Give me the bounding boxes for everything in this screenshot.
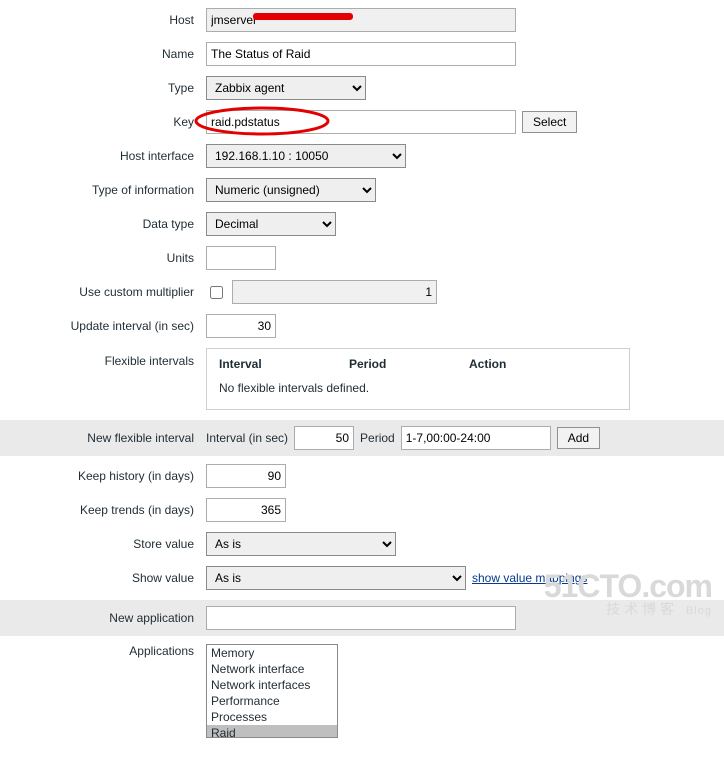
name-input[interactable] (206, 42, 516, 66)
flex-col-period: Period (349, 357, 469, 371)
history-label: Keep history (in days) (6, 469, 206, 483)
flex-col-interval: Interval (219, 357, 349, 371)
applications-option[interactable]: Raid (207, 725, 337, 738)
applications-option[interactable]: Processes (207, 709, 337, 725)
type-select[interactable]: Zabbix agent (206, 76, 366, 100)
host-field (206, 8, 516, 32)
trends-input[interactable] (206, 498, 286, 522)
new-app-label: New application (6, 611, 206, 625)
key-select-button[interactable]: Select (522, 111, 577, 133)
custom-mult-checkbox[interactable] (210, 286, 223, 299)
applications-option[interactable]: Network interface (207, 661, 337, 677)
new-flex-interval-input[interactable] (294, 426, 354, 450)
history-input[interactable] (206, 464, 286, 488)
applications-option[interactable]: Network interfaces (207, 677, 337, 693)
update-interval-input[interactable] (206, 314, 276, 338)
new-flex-period-label: Period (360, 431, 395, 445)
custom-mult-value (232, 280, 437, 304)
new-app-input[interactable] (206, 606, 516, 630)
custom-mult-label: Use custom multiplier (6, 285, 206, 299)
host-interface-label: Host interface (6, 149, 206, 163)
info-type-select[interactable]: Numeric (unsigned) (206, 178, 376, 202)
type-label: Type (6, 81, 206, 95)
update-interval-label: Update interval (in sec) (6, 319, 206, 333)
flex-empty-text: No flexible intervals defined. (219, 381, 617, 395)
data-type-select[interactable]: Decimal (206, 212, 336, 236)
host-label: Host (6, 13, 206, 27)
trends-label: Keep trends (in days) (6, 503, 206, 517)
applications-label: Applications (6, 644, 206, 658)
key-input[interactable] (206, 110, 516, 134)
store-value-label: Store value (6, 537, 206, 551)
units-input[interactable] (206, 246, 276, 270)
show-value-label: Show value (6, 571, 206, 585)
applications-select[interactable]: MemoryNetwork interfaceNetwork interface… (206, 644, 338, 738)
show-value-select[interactable]: As is (206, 566, 466, 590)
flex-intervals-label: Flexible intervals (6, 348, 206, 368)
store-value-select[interactable]: As is (206, 532, 396, 556)
show-value-mappings-link[interactable]: show value mappings (472, 571, 587, 585)
applications-option[interactable]: Performance (207, 693, 337, 709)
host-interface-select[interactable]: 192.168.1.10 : 10050 (206, 144, 406, 168)
data-type-label: Data type (6, 217, 206, 231)
new-flex-period-input[interactable] (401, 426, 551, 450)
units-label: Units (6, 251, 206, 265)
new-flex-add-button[interactable]: Add (557, 427, 600, 449)
flex-intervals-box: Interval Period Action No flexible inter… (206, 348, 630, 410)
flex-col-action: Action (469, 357, 569, 371)
applications-option[interactable]: Memory (207, 645, 337, 661)
new-flex-label: New flexible interval (6, 431, 206, 445)
name-label: Name (6, 47, 206, 61)
info-type-label: Type of information (6, 183, 206, 197)
key-label: Key (6, 115, 206, 129)
new-flex-interval-label: Interval (in sec) (206, 431, 288, 445)
